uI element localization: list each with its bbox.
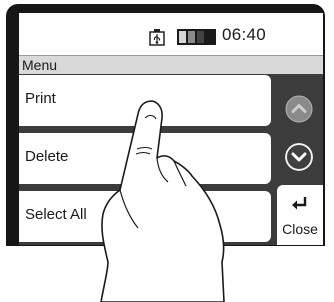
menu-header: Menu xyxy=(19,56,323,74)
device-bezel: 06:40 Menu Print Delete Select All Close xyxy=(6,4,325,246)
menu-item-select-all[interactable]: Select All xyxy=(19,191,271,242)
menu-list: Print Delete Select All xyxy=(19,75,275,245)
touch-screen: 06:40 Menu Print Delete Select All Close xyxy=(19,13,323,245)
menu-item-label: Print xyxy=(25,90,56,107)
usb-icon xyxy=(149,29,165,46)
menu-title: Menu xyxy=(22,57,58,73)
close-button[interactable]: Close xyxy=(277,185,323,245)
return-arrow-icon xyxy=(292,197,307,210)
scroll-up-button[interactable] xyxy=(285,95,313,123)
menu-item-delete[interactable]: Delete xyxy=(19,133,271,184)
menu-item-label: Select All xyxy=(25,206,87,223)
scroll-down-button[interactable] xyxy=(285,143,313,171)
battery-icon xyxy=(177,29,216,45)
close-label: Close xyxy=(282,221,318,237)
menu-item-print[interactable]: Print xyxy=(19,75,271,126)
clock-time: 06:40 xyxy=(222,25,267,44)
side-controls: Close xyxy=(275,75,323,245)
status-bar: 06:40 xyxy=(19,13,323,56)
menu-item-label: Delete xyxy=(25,148,69,165)
